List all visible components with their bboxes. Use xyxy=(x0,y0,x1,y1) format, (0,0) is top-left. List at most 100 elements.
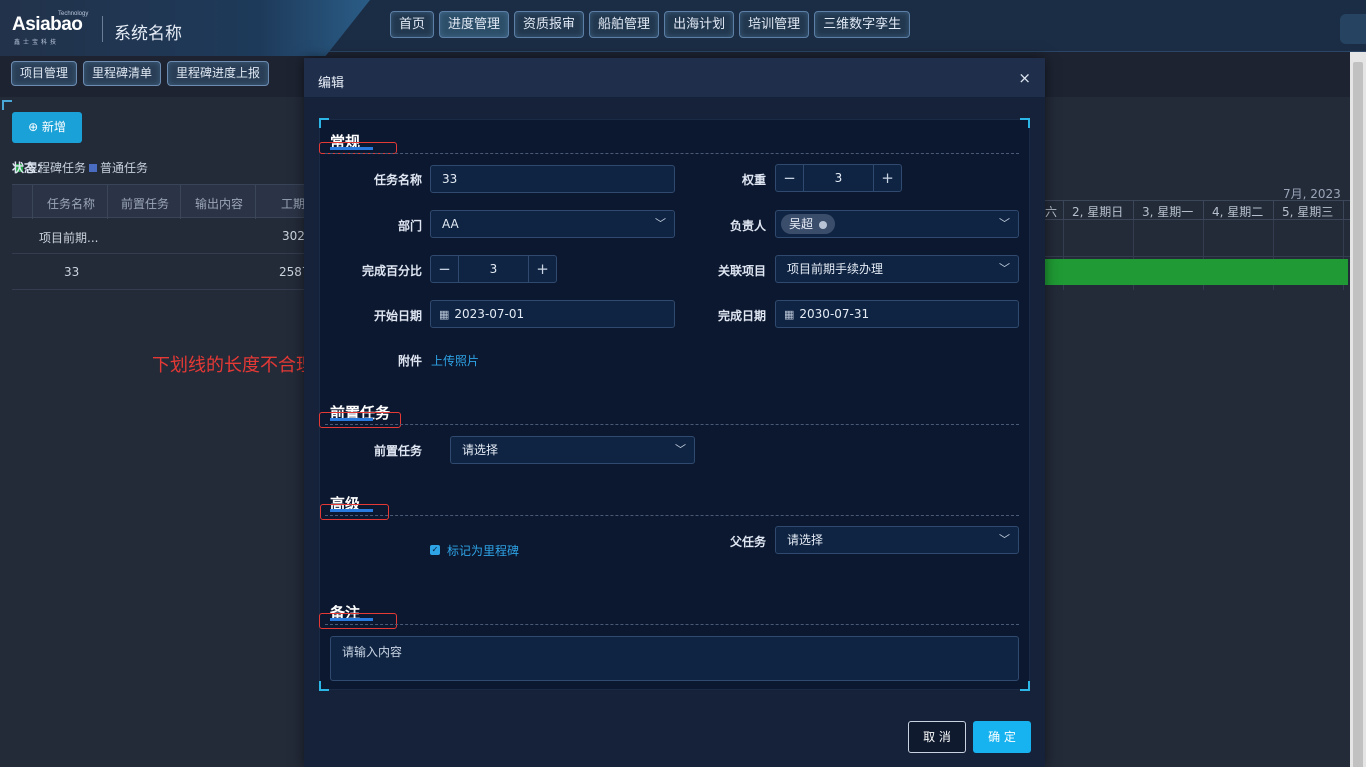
gantt-day: 4, 星期二 xyxy=(1212,205,1264,219)
department-label: 部门 xyxy=(397,219,422,233)
row-task-name: 项目前期... xyxy=(39,231,99,245)
task-name-label: 任务名称 xyxy=(373,173,422,187)
nav-training[interactable]: 培训管理 xyxy=(739,11,810,38)
sub-nav: 项目管理 里程碑清单 里程碑进度上报 xyxy=(11,61,270,86)
subnav-milestone-list[interactable]: 里程碑清单 xyxy=(83,61,162,86)
nav-ships[interactable]: 船舶管理 xyxy=(589,11,660,38)
annotation-text: 下划线的长度不合理 xyxy=(152,355,314,376)
pre-task-select[interactable]: 请选择 ﹀ xyxy=(450,436,695,464)
annotation-box xyxy=(319,613,397,629)
close-icon[interactable]: × xyxy=(1018,69,1031,87)
calendar-icon: ▦ xyxy=(439,308,450,321)
table-row[interactable]: 项目前期... 302 xyxy=(12,218,307,254)
plus-icon[interactable]: + xyxy=(529,256,556,282)
task-name-input[interactable]: 33 xyxy=(430,165,675,193)
nav-home[interactable]: 首页 xyxy=(390,11,435,38)
upload-photo-link[interactable]: 上传照片 xyxy=(431,352,479,369)
end-date-value: 2030-07-31 xyxy=(799,307,870,321)
chevron-down-icon: ﹀ xyxy=(655,217,666,230)
edit-dialog: 编辑 × 常规 任务名称 33 权重 − 3 + 部门 AA ﹀ 负责人 吴超 … xyxy=(304,58,1045,767)
start-date-label: 开始日期 xyxy=(373,309,422,323)
owner-select[interactable]: 吴超 ﹀ xyxy=(775,210,1019,238)
minus-icon[interactable]: − xyxy=(776,165,803,191)
brand-area: Technology Asiabao 鑫士宝科技 系统名称 xyxy=(0,0,370,56)
project-value: 项目前期手续办理 xyxy=(787,262,884,276)
gantt-day-partial: 六 xyxy=(1045,205,1058,219)
subnav-milestone-report[interactable]: 里程碑进度上报 xyxy=(167,61,270,86)
section-divider xyxy=(325,515,1019,516)
status-legend: 状态： 里程碑任务 普通任务 xyxy=(12,159,148,176)
table-header: 任务名称 前置任务 输出内容 工期 xyxy=(12,184,307,219)
weight-label: 权重 xyxy=(741,173,766,187)
chevron-down-icon: ﹀ xyxy=(999,533,1010,546)
gantt-day-header: 六 2, 星期日 3, 星期一 4, 星期二 5, 星期三 xyxy=(1045,200,1350,220)
system-name: 系统名称 xyxy=(114,24,182,44)
subnav-projects[interactable]: 项目管理 xyxy=(11,61,78,86)
weight-value[interactable]: 3 xyxy=(803,165,874,191)
percent-stepper: − 3 + xyxy=(430,255,557,283)
parent-task-placeholder: 请选择 xyxy=(787,533,824,547)
minus-icon[interactable]: − xyxy=(431,256,458,282)
col-pre-task[interactable]: 前置任务 xyxy=(121,195,169,212)
nav-progress[interactable]: 进度管理 xyxy=(439,11,510,38)
corner-decoration xyxy=(319,118,329,128)
user-menu-tab[interactable] xyxy=(1340,14,1366,44)
start-date-value: 2023-07-01 xyxy=(454,307,525,321)
department-select[interactable]: AA ﹀ xyxy=(430,210,675,238)
confirm-button[interactable]: 确 定 xyxy=(973,721,1031,753)
nav-sea-plan[interactable]: 出海计划 xyxy=(664,11,735,38)
nav-digital-twin[interactable]: 三维数字孪生 xyxy=(814,11,911,38)
corner-decoration xyxy=(319,681,329,691)
section-divider xyxy=(325,424,1019,425)
corner-decoration xyxy=(1020,681,1030,691)
dialog-header: 编辑 × xyxy=(304,58,1045,97)
gantt-task-bar[interactable] xyxy=(1045,259,1348,285)
gantt-day: 3, 星期一 xyxy=(1142,205,1194,219)
annotation-box xyxy=(320,504,389,520)
weight-stepper: − 3 + xyxy=(775,164,902,192)
section-divider xyxy=(325,624,1019,625)
calendar-icon: ▦ xyxy=(784,308,795,321)
logo-divider xyxy=(102,16,103,42)
parent-task-select[interactable]: 请选择 ﹀ xyxy=(775,526,1019,554)
tag-close-icon[interactable] xyxy=(819,220,828,229)
nav-qualification[interactable]: 资质报审 xyxy=(514,11,585,38)
status-label: 状态： xyxy=(12,161,49,175)
col-duration[interactable]: 工期 xyxy=(281,195,305,212)
dialog-body xyxy=(319,119,1030,690)
percent-value[interactable]: 3 xyxy=(458,256,529,282)
pre-task-placeholder: 请选择 xyxy=(462,443,499,457)
row-task-name: 33 xyxy=(64,265,80,279)
milestone-checkbox[interactable]: ✓ xyxy=(430,545,440,555)
plus-icon[interactable]: + xyxy=(874,165,901,191)
end-date-label: 完成日期 xyxy=(717,309,766,323)
owner-tag: 吴超 xyxy=(781,214,836,234)
corner-decoration xyxy=(1020,118,1030,128)
chevron-down-icon: ﹀ xyxy=(675,443,686,456)
chevron-down-icon: ﹀ xyxy=(999,262,1010,275)
milestone-checkbox-label[interactable]: 标记为里程碑 xyxy=(447,542,519,559)
gantt-day: 2, 星期日 xyxy=(1072,205,1124,219)
logo: Asiabao xyxy=(12,14,83,35)
col-task-name[interactable]: 任务名称 xyxy=(47,195,95,212)
start-date-picker[interactable]: ▦ 2023-07-01 xyxy=(430,300,675,328)
percent-label: 完成百分比 xyxy=(361,264,422,278)
attachment-label: 附件 xyxy=(397,354,422,368)
annotation-box xyxy=(319,412,401,428)
end-date-picker[interactable]: ▦ 2030-07-31 xyxy=(775,300,1019,328)
pre-task-label: 前置任务 xyxy=(373,444,422,458)
cancel-button[interactable]: 取 消 xyxy=(908,721,966,753)
notes-textarea[interactable]: 请输入内容 xyxy=(330,636,1019,681)
project-label: 关联项目 xyxy=(717,264,766,278)
department-value: AA xyxy=(442,217,459,231)
scrollbar-thumb[interactable] xyxy=(1353,62,1363,767)
logo-subtext: 鑫士宝科技 xyxy=(14,39,60,46)
project-select[interactable]: 项目前期手续办理 ﹀ xyxy=(775,255,1019,283)
table-row[interactable]: 33 2587 xyxy=(12,254,310,290)
chevron-down-icon: ﹀ xyxy=(999,217,1010,230)
page-scrollbar[interactable] xyxy=(1350,52,1366,767)
add-button[interactable]: ⊕ 新增 xyxy=(12,112,82,143)
main-nav: 首页 进度管理 资质报审 船舶管理 出海计划 培训管理 三维数字孪生 xyxy=(390,11,911,38)
top-bar: Technology Asiabao 鑫士宝科技 系统名称 首页 进度管理 资质… xyxy=(0,0,1366,56)
col-output[interactable]: 输出内容 xyxy=(195,195,243,212)
